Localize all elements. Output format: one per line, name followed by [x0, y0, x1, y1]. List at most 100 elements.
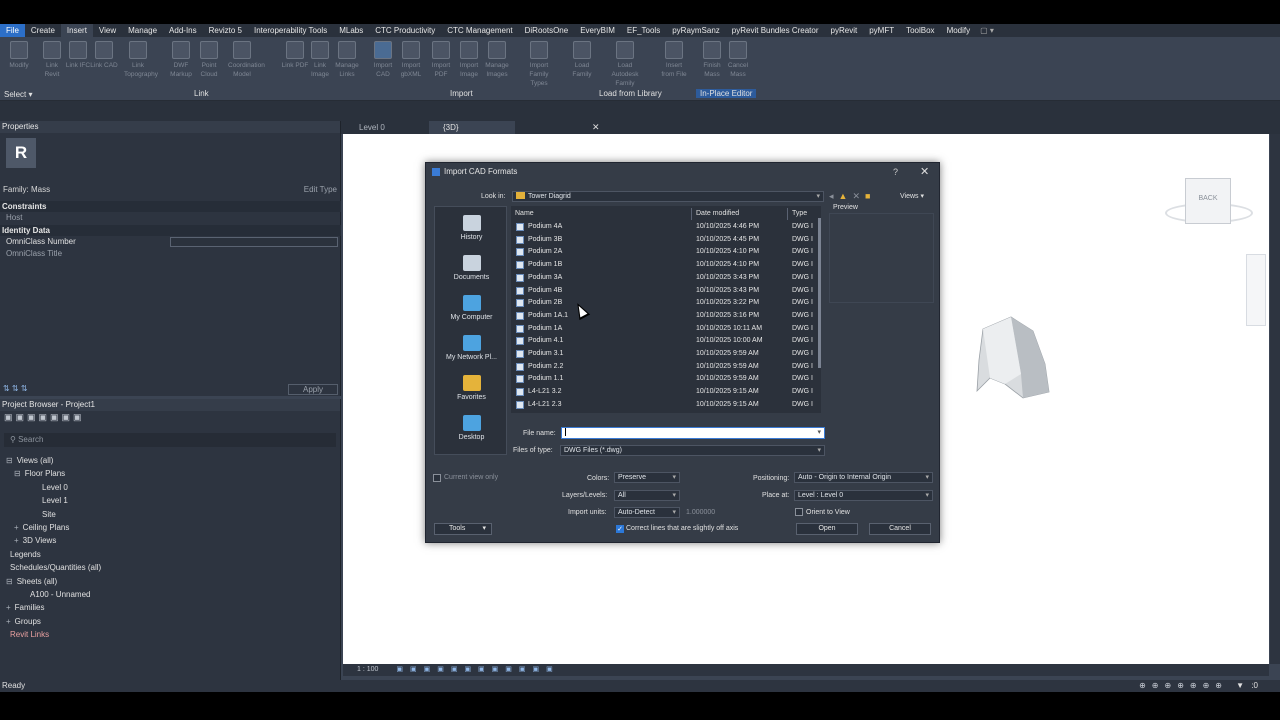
select-dropdown[interactable]: Select ▾	[4, 90, 32, 99]
ribbon-button-link-revit[interactable]: Link Revit	[38, 41, 66, 79]
tree-expander-icon[interactable]: +	[14, 523, 19, 532]
nav-toolbar[interactable]: ◂▲✕■	[829, 191, 875, 202]
ribbon-button-finish-mass[interactable]: Finish Mass	[698, 41, 726, 79]
selection-filter-icons[interactable]: ⊕⊕⊕⊕⊕⊕⊕	[1139, 680, 1228, 692]
place-favorites[interactable]: Favorites	[435, 375, 508, 401]
file-row[interactable]: Podium 4.1 10/10/2025 10:00 AM DWG I	[511, 335, 821, 348]
layers-levels-dropdown[interactable]: All	[614, 490, 680, 501]
ribbon-button-load-family[interactable]: Load Family	[568, 41, 596, 79]
file-row[interactable]: Podium 3B 10/10/2025 4:45 PM DWG I	[511, 234, 821, 247]
ribbon-button-load-autodesk-family[interactable]: Load Autodesk Family	[611, 41, 639, 88]
tab-dirootsone[interactable]: DiRootsOne	[519, 24, 575, 37]
open-button[interactable]: Open	[796, 523, 858, 535]
tab-modify[interactable]: Modify	[941, 24, 977, 37]
place-documents[interactable]: Documents	[435, 255, 508, 281]
tab-mlabs[interactable]: MLabs	[333, 24, 369, 37]
file-row[interactable]: Podium 4A 10/10/2025 4:46 PM DWG I	[511, 221, 821, 234]
column-divider[interactable]	[787, 208, 788, 220]
tab-pyrevit[interactable]: pyRevit	[825, 24, 864, 37]
tab-toolbox[interactable]: ToolBox	[900, 24, 940, 37]
file-row[interactable]: L4-L21 3.2 10/10/2025 9:15 AM DWG I	[511, 386, 821, 399]
section-constraints[interactable]: Constraints	[0, 201, 341, 212]
file-row[interactable]: Podium 3.1 10/10/2025 9:59 AM DWG I	[511, 348, 821, 361]
tab-insert[interactable]: Insert	[60, 24, 93, 37]
apply-button[interactable]: Apply	[288, 384, 338, 395]
current-view-only-checkbox[interactable]	[433, 474, 441, 482]
tree-item[interactable]: + Groups	[6, 615, 41, 628]
tree-item[interactable]: ⊟ Sheets (all)	[6, 575, 57, 588]
file-row[interactable]: Podium 1A.1 10/10/2025 3:16 PM DWG I	[511, 310, 821, 323]
tab-file[interactable]: File	[0, 24, 25, 37]
look-in-dropdown[interactable]: Tower Diagrid	[512, 191, 824, 202]
ribbon-button-coordination-model[interactable]: Coordination Model	[228, 41, 265, 79]
tree-item[interactable]: + Families	[6, 601, 44, 614]
tree-item[interactable]: ⊟ Views (all)	[6, 454, 53, 467]
import-units-dropdown[interactable]: Auto-Detect	[614, 507, 680, 518]
tab-everybim[interactable]: EveryBIM	[574, 24, 621, 37]
ribbon-button-import-family-types[interactable]: Import Family Types	[525, 41, 553, 88]
close-icon[interactable]: ✕	[920, 163, 929, 181]
ribbon-button-link-ifc[interactable]: Link IFC	[64, 41, 92, 70]
tree-item[interactable]: ⊟ Floor Plans	[14, 467, 65, 480]
tab-level-0[interactable]: Level 0	[345, 121, 427, 134]
tab-add-ins[interactable]: Add-Ins	[163, 24, 203, 37]
column-type[interactable]: Type	[792, 210, 807, 217]
file-row[interactable]: Podium 2.2 10/10/2025 9:59 AM DWG I	[511, 361, 821, 374]
ribbon-button-manage-images[interactable]: Manage Images	[483, 41, 511, 79]
properties-help-icons[interactable]: ⇅ ⇅ ⇅	[3, 384, 28, 393]
ribbon-button-import-gbxml[interactable]: Import gbXML	[397, 41, 425, 79]
browser-toolbar[interactable]: ▣▣▣▣▣▣▣	[0, 412, 341, 426]
positioning-dropdown[interactable]: Auto - Origin to Internal Origin	[794, 472, 933, 483]
tree-item[interactable]: + Ceiling Plans	[14, 521, 69, 534]
type-selector[interactable]: Family: Mass Edit Type	[0, 183, 341, 196]
orient-to-view-checkbox[interactable]	[795, 508, 803, 516]
column-divider[interactable]	[691, 208, 692, 220]
prop-omniclass-number[interactable]: OmniClass Number	[0, 236, 341, 248]
new-folder-icon[interactable]: ■	[865, 191, 875, 201]
ribbon-button-point-cloud[interactable]: Point Cloud	[195, 41, 223, 79]
file-list[interactable]: Name Date modified Type Podium 4A 10/10/2…	[511, 206, 821, 413]
ribbon-button-import-image[interactable]: Import Image	[455, 41, 483, 79]
cancel-button[interactable]: Cancel	[869, 523, 931, 535]
tree-expander-icon[interactable]: ⊟	[6, 577, 13, 586]
tools-button[interactable]: Tools	[434, 523, 492, 535]
view-control-icons[interactable]: ▣▣▣▣▣▣▣▣▣▣▣▣	[396, 666, 559, 673]
back-icon[interactable]: ◂	[829, 191, 839, 201]
file-row[interactable]: Podium 4B 10/10/2025 3:43 PM DWG I	[511, 285, 821, 298]
browser-search-input[interactable]: ⚲ Search	[4, 433, 336, 447]
tree-item[interactable]: A100 - Unnamed	[26, 588, 90, 601]
ribbon-button-link-pdf[interactable]: Link PDF	[281, 41, 309, 70]
place-network[interactable]: My Network Pl...	[435, 335, 508, 361]
tab-pyrevit-bundles-creator[interactable]: pyRevit Bundles Creator	[726, 24, 825, 37]
tree-item[interactable]: Site	[38, 508, 56, 521]
tab-ctc-management[interactable]: CTC Management	[441, 24, 518, 37]
ribbon-button-manage-links[interactable]: Manage Links	[333, 41, 361, 79]
files-of-type-dropdown[interactable]: DWG Files (*.dwg)	[560, 445, 825, 456]
column-date-modified[interactable]: Date modified	[696, 210, 739, 217]
place-my-computer[interactable]: My Computer	[435, 295, 508, 321]
view-scrollbar[interactable]	[1270, 134, 1280, 664]
tree-item[interactable]: Schedules/Quantities (all)	[6, 561, 101, 574]
up-folder-icon[interactable]: ▲	[839, 191, 853, 201]
tab-3d[interactable]: {3D} ✕	[429, 121, 600, 134]
tab-manage[interactable]: Manage	[122, 24, 163, 37]
tree-expander-icon[interactable]: +	[6, 617, 11, 626]
ribbon-button-dwf-markup[interactable]: DWF Markup	[167, 41, 195, 79]
dialog-title-bar[interactable]: Import CAD Formats ? ✕	[426, 163, 941, 181]
tree-item[interactable]: Level 0	[38, 481, 68, 494]
delete-icon[interactable]: ✕	[852, 191, 865, 201]
file-row[interactable]: Podium 1A 10/10/2025 10:11 AM DWG I	[511, 323, 821, 336]
tab-view[interactable]: View	[93, 24, 122, 37]
views-dropdown[interactable]: Views ▾	[900, 192, 924, 200]
file-list-scrollbar[interactable]	[818, 218, 821, 368]
file-row[interactable]: L4-L21 2.3 10/10/2025 9:15 AM DWG I	[511, 399, 821, 412]
correct-lines-checkbox[interactable]: ✓	[616, 525, 624, 533]
colors-dropdown[interactable]: Preserve	[614, 472, 680, 483]
place-desktop[interactable]: Desktop	[435, 415, 508, 441]
tree-item[interactable]: Legends	[6, 548, 41, 561]
viewcube[interactable]: BACK	[1185, 178, 1231, 224]
edit-type-button[interactable]: Edit Type	[304, 183, 337, 196]
tree-item[interactable]: Level 1	[38, 494, 68, 507]
ribbon-button-link-topography[interactable]: Link Topography	[124, 41, 158, 79]
tree-expander-icon[interactable]: +	[14, 536, 19, 545]
